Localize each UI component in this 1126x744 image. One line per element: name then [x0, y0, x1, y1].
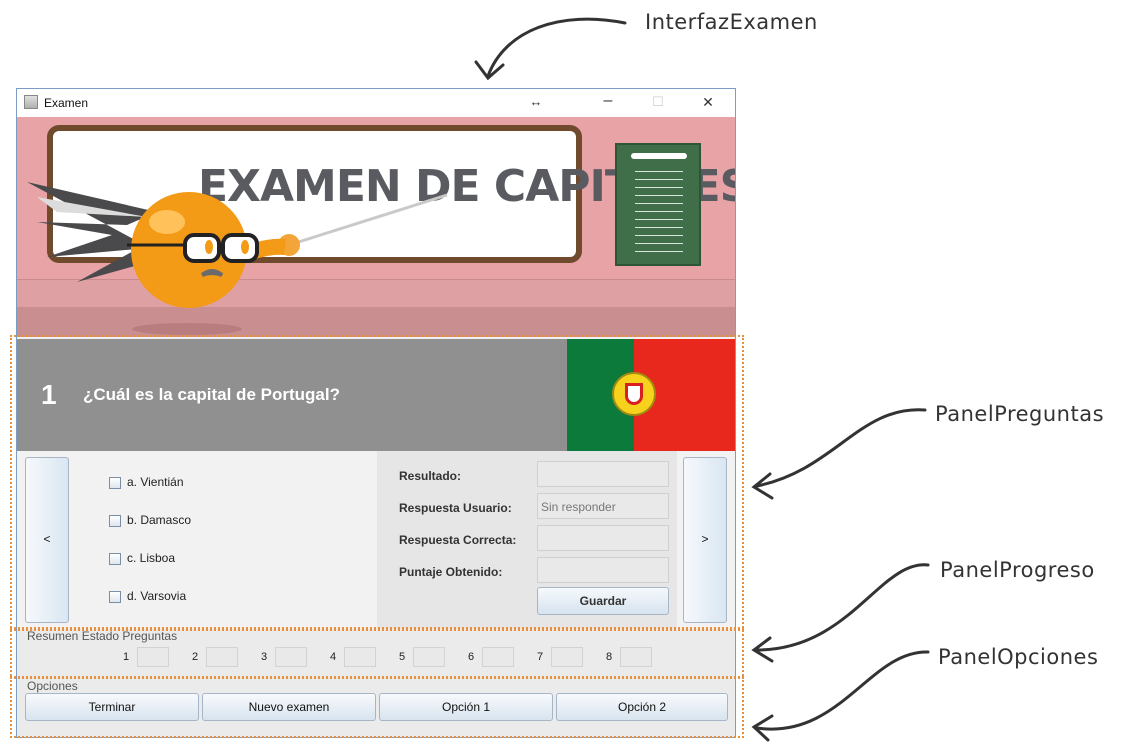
arrow-interfaz — [486, 17, 627, 78]
close-button[interactable]: ✕ — [696, 94, 720, 111]
window-title: Examen — [44, 96, 89, 110]
title-bar: Examen ↔ – ☐ ✕ — [17, 89, 735, 117]
teacher-mascot-icon — [27, 182, 448, 335]
resize-icon: ↔ — [529, 94, 543, 109]
panel-progreso-outline — [10, 627, 744, 679]
java-app-icon — [24, 95, 38, 109]
minimize-button[interactable]: – — [596, 92, 620, 110]
header-banner: EXAMEN DE CAPITALES — [17, 117, 735, 337]
panel-preguntas-outline — [10, 335, 744, 631]
arrow-opciones — [755, 650, 930, 731]
arrow-preguntas — [755, 408, 927, 488]
panel-opciones-outline — [10, 676, 744, 738]
arrow-progreso — [755, 563, 930, 652]
maximize-button[interactable]: ☐ — [646, 94, 670, 110]
